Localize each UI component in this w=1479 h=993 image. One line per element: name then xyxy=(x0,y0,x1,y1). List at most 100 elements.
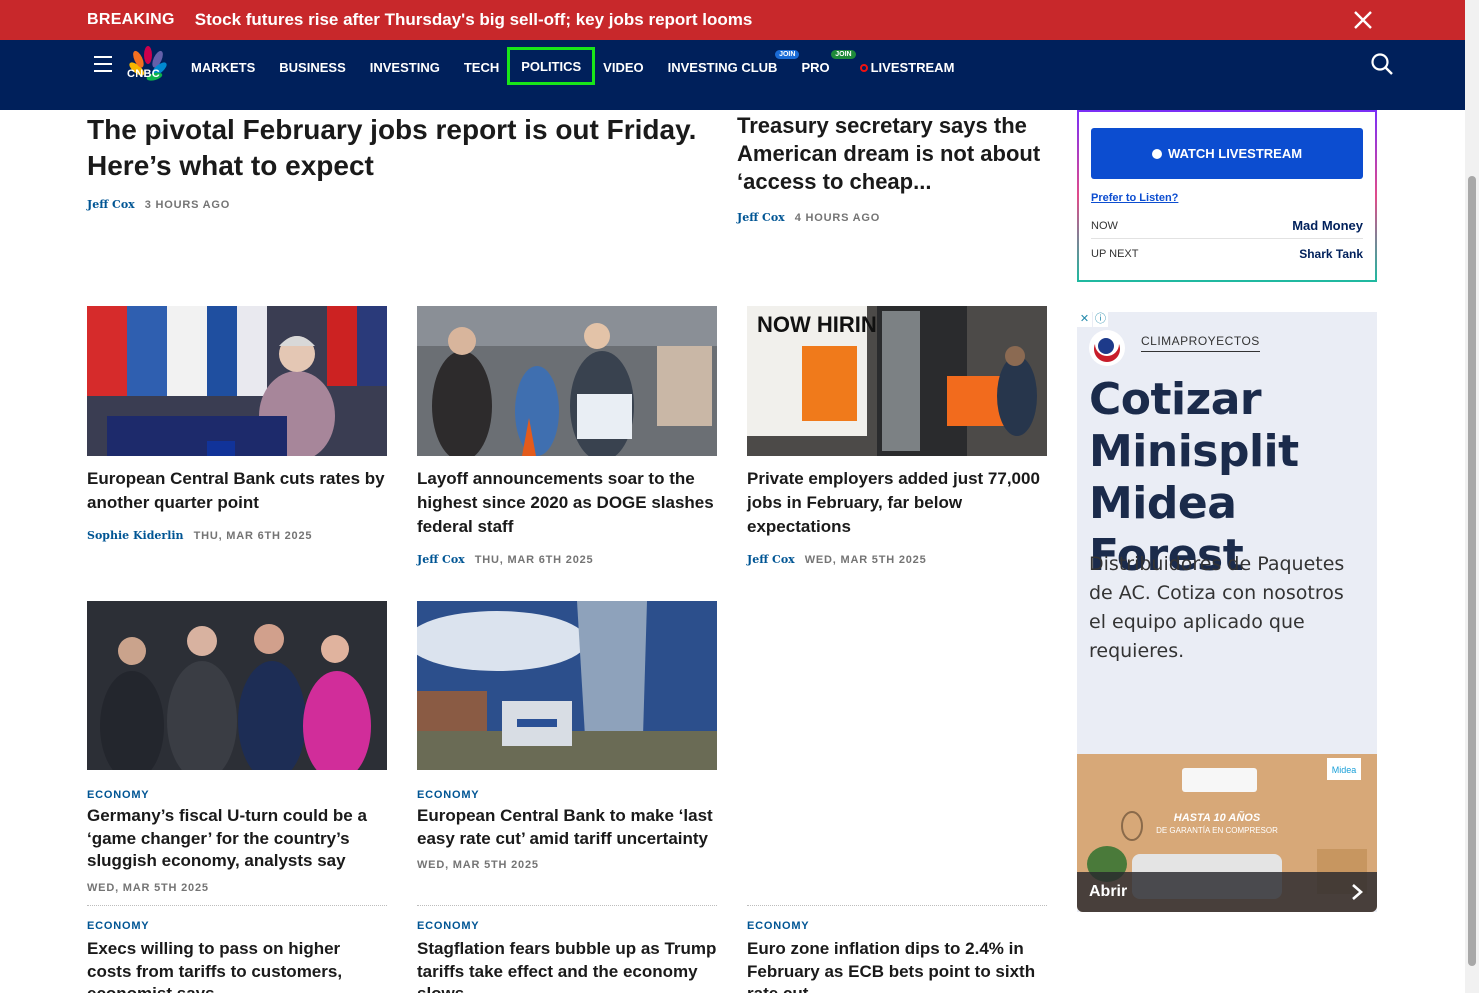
byline: Jeff Cox 3 HOURS AGO xyxy=(87,198,717,211)
now-hiring-image[interactable]: NOW HIRING xyxy=(747,306,1047,456)
author-link[interactable]: Jeff Cox xyxy=(87,198,135,211)
timestamp: 3 HOURS AGO xyxy=(144,198,231,211)
ad-photo-text1: HASTA 10 AÑOS xyxy=(1174,811,1261,824)
ad-cta-label: Abrir xyxy=(1089,883,1128,900)
watch-livestream-button[interactable]: WATCH LIVESTREAM xyxy=(1091,128,1363,179)
live-dot-icon xyxy=(859,63,868,72)
headline-link[interactable]: European Central Bank cuts rates by anot… xyxy=(87,467,387,515)
nav-investing-club[interactable]: INVESTING CLUB JOIN xyxy=(667,49,800,75)
search-icon[interactable] xyxy=(1370,52,1394,76)
watch-livestream-label: WATCH LIVESTREAM xyxy=(1167,146,1303,161)
ad-open-button[interactable]: Abrir xyxy=(1077,872,1377,912)
ad-info-icon[interactable]: ⓘ xyxy=(1093,312,1108,327)
headline-link[interactable]: Euro zone inflation dips to 2.4% in Febr… xyxy=(747,938,1047,993)
cnbc-peacock-logo[interactable] xyxy=(126,46,170,86)
up-next-row: UP NEXT Shark Tank xyxy=(1091,247,1363,261)
chevron-right-icon xyxy=(1352,884,1363,900)
headline-link[interactable]: Treasury secretary says the American dre… xyxy=(737,112,1047,196)
up-next-show[interactable]: Shark Tank xyxy=(1299,247,1363,261)
ecb-building-image[interactable] xyxy=(407,601,717,770)
nav-markets[interactable]: MARKETS xyxy=(191,58,255,75)
nav-items: MARKETS BUSINESS INVESTING TECH POLITICS… xyxy=(191,40,978,92)
svg-text:NOW HIRING: NOW HIRING xyxy=(757,312,894,337)
byline: Jeff Cox THU, MAR 6TH 2025 xyxy=(417,553,717,566)
german-politicians-image[interactable] xyxy=(87,601,387,781)
now-show[interactable]: Mad Money xyxy=(1292,218,1363,233)
top-story-2: Treasury secretary says the American dre… xyxy=(737,112,1047,224)
author-link[interactable]: Sophie Kiderlin xyxy=(87,529,184,542)
headline-link[interactable]: The pivotal February jobs report is out … xyxy=(87,112,717,184)
now-row: NOW Mad Money xyxy=(1091,218,1363,233)
article-card: NOW HIRING Private employers added just … xyxy=(747,306,1047,566)
timestamp: WED, MAR 5TH 2025 xyxy=(804,553,927,566)
timestamp: THU, MAR 6TH 2025 xyxy=(474,553,594,566)
now-label: NOW xyxy=(1091,219,1118,232)
ad-photo-text2: DE GARANTÍA EN COMPRESOR xyxy=(1156,826,1278,835)
divider xyxy=(1091,238,1363,239)
nav-business[interactable]: BUSINESS xyxy=(279,58,345,75)
up-next-label: UP NEXT xyxy=(1091,248,1139,260)
headline-link[interactable]: Layoff announcements soar to the highest… xyxy=(417,467,717,539)
lagarde-podium-image[interactable] xyxy=(87,306,387,461)
federal-workers-image[interactable] xyxy=(417,306,717,461)
scrollbar[interactable] xyxy=(1465,0,1479,993)
close-icon[interactable] xyxy=(1353,10,1373,30)
ad-description: Distribuidores de Paquetes de AC. Cotiza… xyxy=(1089,553,1345,662)
prefer-to-listen-link[interactable]: Prefer to Listen? xyxy=(1091,192,1178,204)
byline: Jeff Cox WED, MAR 5TH 2025 xyxy=(747,553,1047,566)
article-card: ECONOMY Execs willing to pass on higher … xyxy=(87,920,387,993)
nav-investing-club-label: INVESTING CLUB xyxy=(667,59,778,75)
midea-logo-text: Midea xyxy=(1332,765,1357,775)
author-link[interactable]: Jeff Cox xyxy=(737,211,785,224)
article-card: Layoff announcements soar to the highest… xyxy=(417,306,717,566)
breaking-tag: BREAKING xyxy=(87,11,175,28)
live-dot-icon xyxy=(1151,148,1162,159)
section-eyebrow[interactable]: ECONOMY xyxy=(87,920,387,932)
nav-pro-label: PRO xyxy=(801,59,830,75)
ad-choices[interactable]: ✕ ⓘ xyxy=(1077,312,1109,327)
nav-politics[interactable]: POLITICS xyxy=(507,47,596,85)
divider xyxy=(417,905,717,906)
hamburger-menu-icon[interactable] xyxy=(94,56,112,72)
join-badge: JOIN xyxy=(831,49,856,59)
byline: Sophie Kiderlin THU, MAR 6TH 2025 xyxy=(87,529,387,542)
section-eyebrow[interactable]: ECONOMY xyxy=(747,920,1047,932)
nav-pro[interactable]: PRO JOIN xyxy=(801,49,856,75)
section-eyebrow[interactable]: ECONOMY xyxy=(417,920,717,932)
nav-video[interactable]: VIDEO xyxy=(603,58,643,75)
top-story-1: The pivotal February jobs report is out … xyxy=(87,112,717,211)
breaking-news-banner[interactable]: BREAKING Stock futures rise after Thursd… xyxy=(0,0,1465,40)
logo-text: CNBC xyxy=(127,68,160,80)
headline-link[interactable]: European Central Bank to make ‘last easy… xyxy=(417,805,717,850)
article-card: ECONOMY Germany’s fiscal U-turn could be… xyxy=(87,601,387,894)
livestream-widget: WATCH LIVESTREAM Prefer to Listen? NOW M… xyxy=(1077,110,1377,282)
headline-link[interactable]: Germany’s fiscal U-turn could be a ‘game… xyxy=(87,805,387,873)
timestamp: WED, MAR 5TH 2025 xyxy=(417,859,539,871)
headline-link[interactable]: Execs willing to pass on higher costs fr… xyxy=(87,938,387,993)
article-card: ECONOMY Euro zone inflation dips to 2.4%… xyxy=(747,920,1047,993)
author-link[interactable]: Jeff Cox xyxy=(417,553,465,566)
nav-investing[interactable]: INVESTING xyxy=(370,58,440,75)
article-card: ECONOMY European Central Bank to make ‘l… xyxy=(407,601,717,871)
byline: Jeff Cox 4 HOURS AGO xyxy=(737,211,1047,224)
ad-image[interactable]: HASTA 10 AÑOS DE GARANTÍA EN COMPRESOR M… xyxy=(1077,754,1377,912)
author-link[interactable]: Jeff Cox xyxy=(747,553,795,566)
advertisement[interactable]: ✕ ⓘ CLIMAPROYECTOS Cotizar Minisplit Mid… xyxy=(1077,312,1377,912)
headline-link[interactable]: Private employers added just 77,000 jobs… xyxy=(747,467,1047,539)
timestamp: WED, MAR 5TH 2025 xyxy=(87,881,209,894)
section-eyebrow[interactable]: ECONOMY xyxy=(417,789,717,801)
nav-tech[interactable]: TECH xyxy=(464,58,499,75)
timestamp: 4 HOURS AGO xyxy=(794,211,881,224)
article-card: European Central Bank cuts rates by anot… xyxy=(87,306,387,542)
ad-brand-link[interactable]: CLIMAPROYECTOS xyxy=(1141,334,1260,352)
scrollbar-thumb[interactable] xyxy=(1468,176,1476,966)
ad-close-icon[interactable]: ✕ xyxy=(1077,312,1092,327)
main-navigation: CNBC MARKETS BUSINESS INVESTING TECH POL… xyxy=(0,40,1465,110)
nav-livestream[interactable]: LIVESTREAM xyxy=(859,58,955,75)
nav-livestream-label: LIVESTREAM xyxy=(870,59,955,75)
headline-link[interactable]: Stagflation fears bubble up as Trump tar… xyxy=(417,938,717,993)
breaking-message[interactable]: Stock futures rise after Thursday's big … xyxy=(195,10,753,30)
divider xyxy=(87,905,387,906)
section-eyebrow[interactable]: ECONOMY xyxy=(87,789,387,801)
timestamp: THU, MAR 6TH 2025 xyxy=(193,529,313,542)
